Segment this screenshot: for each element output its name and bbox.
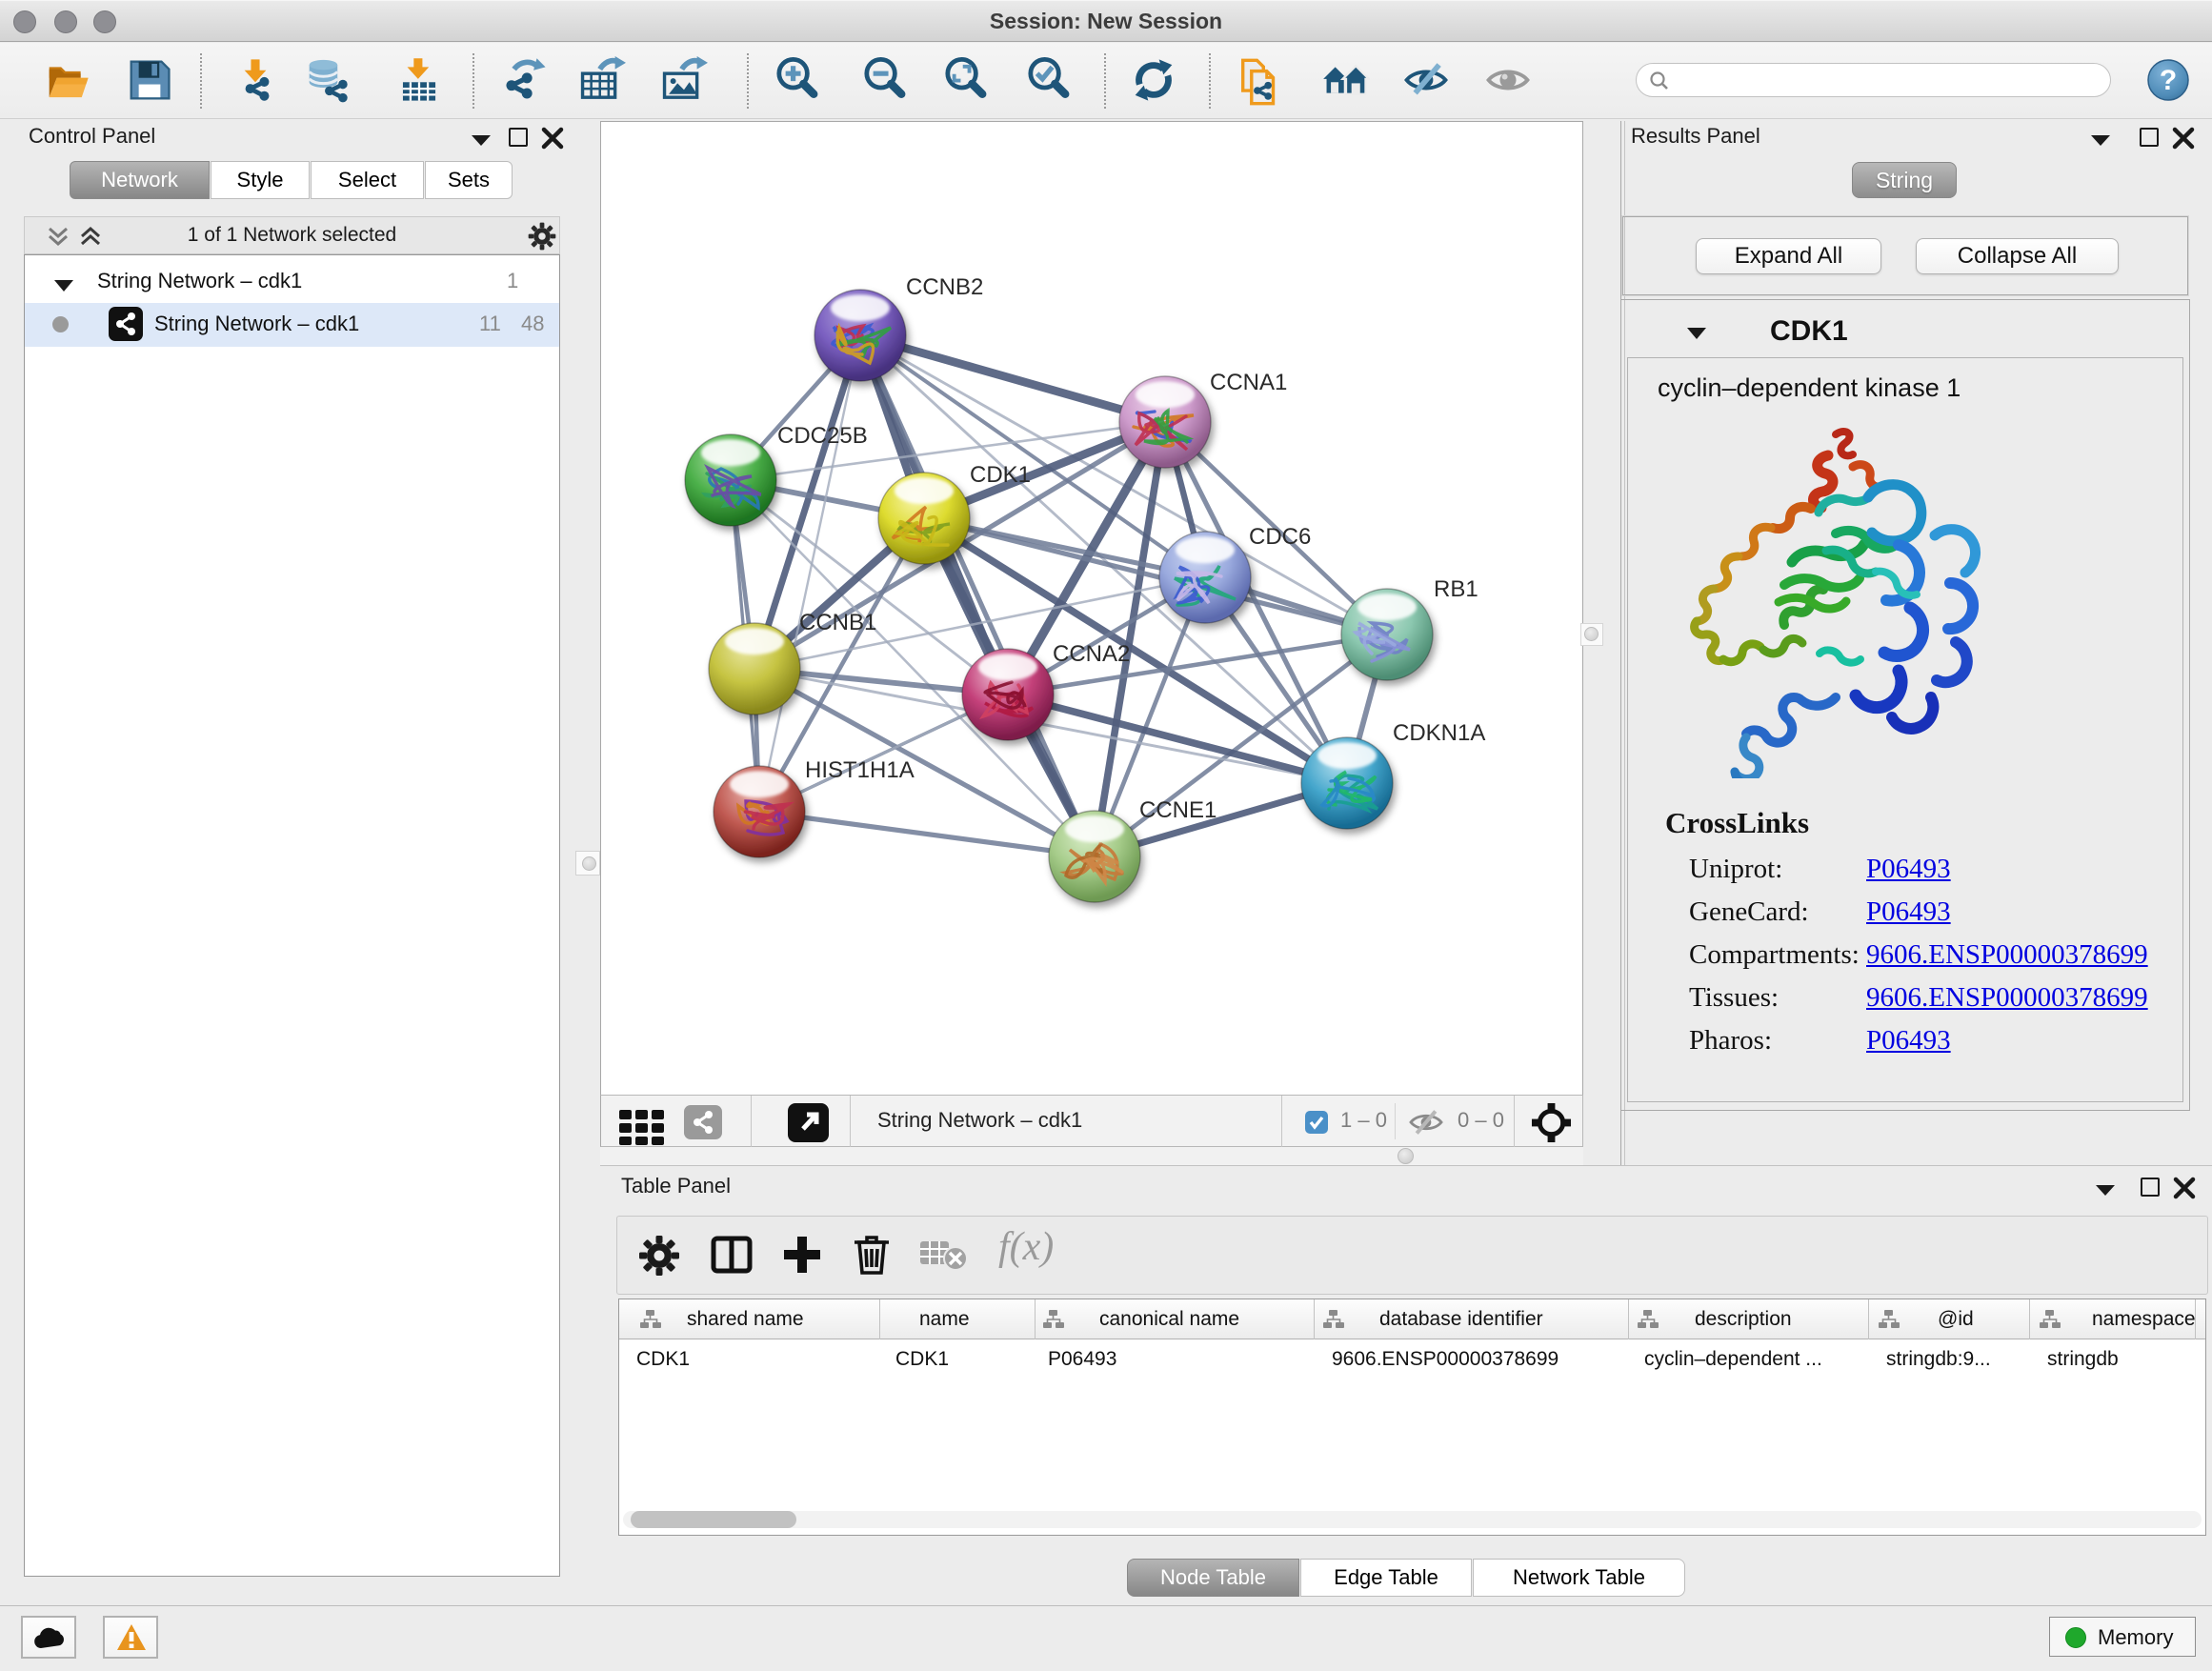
svg-text:CDC25B: CDC25B: [777, 423, 868, 449]
svg-text:CDK1: CDK1: [970, 462, 1031, 488]
svg-text:CCNA2: CCNA2: [1053, 641, 1130, 667]
svg-text:RB1: RB1: [1434, 576, 1478, 602]
svg-text:CDKN1A: CDKN1A: [1393, 720, 1485, 746]
svg-text:CCNA1: CCNA1: [1210, 370, 1287, 395]
svg-text:CCNE1: CCNE1: [1139, 797, 1217, 823]
svg-text:CCNB1: CCNB1: [799, 610, 876, 635]
svg-text:HIST1H1A: HIST1H1A: [805, 757, 915, 783]
svg-text:CDC6: CDC6: [1249, 524, 1311, 550]
svg-text:?: ?: [2160, 65, 2177, 96]
svg-text:CCNB2: CCNB2: [906, 274, 983, 300]
